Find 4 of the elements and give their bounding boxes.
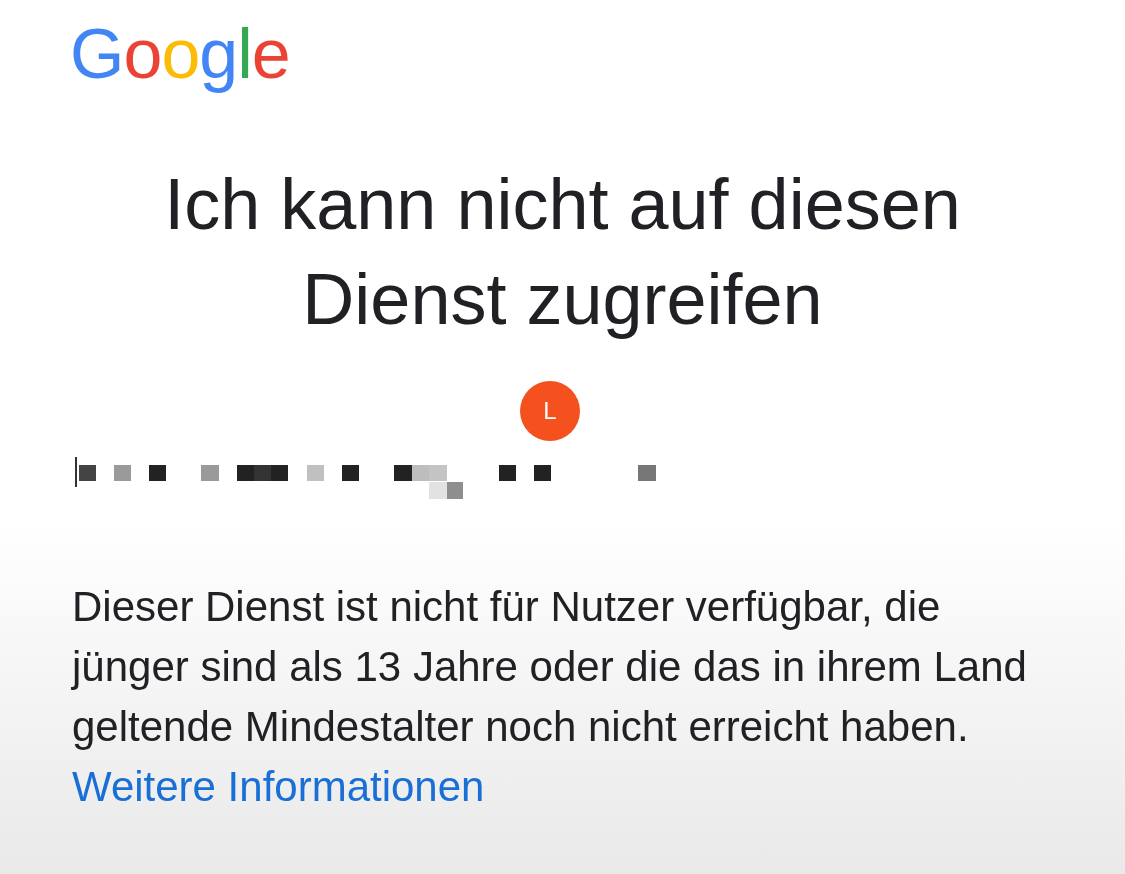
more-info-link[interactable]: Weitere Informationen — [72, 757, 485, 817]
page-title: Ich kann nicht auf diesen Dienst zugreifen — [163, 163, 962, 341]
account-avatar: L — [520, 381, 580, 441]
info-text: Dieser Dienst ist nicht für Nutzer verfügbar, die jünger sind als 13 Jahre oder die das in ihrem Land geltende Mindestalter noch nicht erreicht haben. — [72, 582, 1028, 752]
